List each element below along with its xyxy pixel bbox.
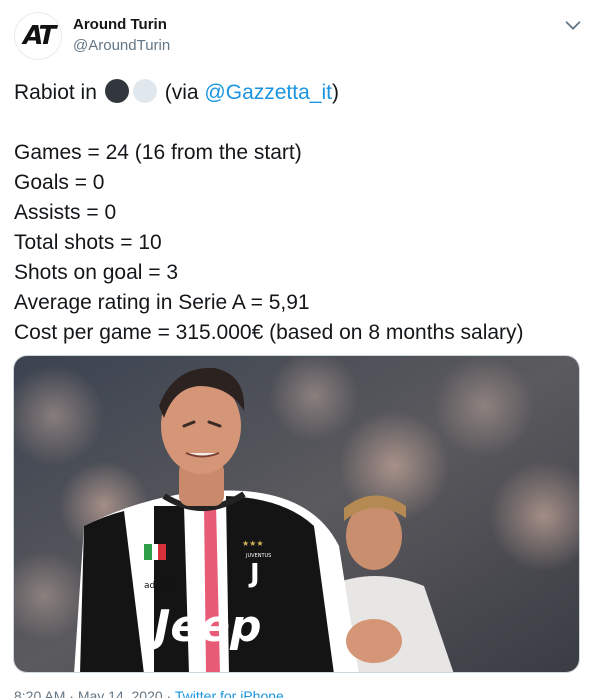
stat-line: Assists = 0: [14, 201, 117, 224]
avatar[interactable]: AT: [14, 12, 62, 60]
mention-link[interactable]: @Gazzetta_it: [204, 81, 332, 104]
author-handle[interactable]: @AroundTurin: [73, 37, 170, 54]
svg-text:J: J: [248, 559, 260, 589]
via-close: ): [331, 81, 339, 104]
svg-text:★★★: ★★★: [242, 539, 264, 548]
tweet-date[interactable]: May 14, 2020: [78, 688, 163, 698]
white-circle-icon: [132, 79, 157, 103]
jersey-brand: adidas: [144, 581, 174, 591]
stat-line: Shots on goal = 3: [14, 261, 179, 284]
chevron-down-icon[interactable]: [562, 14, 584, 36]
black-circle-icon: [104, 79, 129, 103]
tweet-meta: 8:20 AM · May 14, 2020 · Twitter for iPh…: [14, 688, 284, 698]
avatar-logo: AT: [19, 21, 57, 51]
meta-separator: ·: [162, 688, 175, 698]
tweet-card: AT Around Turin @AroundTurin Rabiot in (…: [0, 0, 606, 698]
tweet-text: Rabiot in (via @Gazzetta_it) Games = 24 …: [14, 78, 594, 348]
stat-line: Cost per game = 315.000€ (based on 8 mon…: [14, 321, 524, 344]
stat-line: Games = 24 (16 from the start): [14, 141, 302, 164]
tweet-photo[interactable]: ★★★ JUVENTUS J adidas Jeep: [13, 355, 580, 673]
via-open: (via: [164, 81, 205, 104]
intro-prefix: Rabiot in: [14, 81, 97, 104]
player-photo: ★★★ JUVENTUS J adidas Jeep: [14, 356, 579, 672]
stat-line: Goals = 0: [14, 171, 105, 194]
jersey-sponsor: Jeep: [146, 601, 262, 652]
author-display-name[interactable]: Around Turin: [73, 16, 167, 33]
tweet-source[interactable]: Twitter for iPhone: [175, 688, 284, 698]
stat-line: Average rating in Serie A = 5,91: [14, 291, 310, 314]
tweet-time[interactable]: 8:20 AM: [14, 688, 65, 698]
tweet-intro-line: Rabiot in (via @Gazzetta_it): [14, 78, 594, 108]
meta-separator: ·: [65, 688, 78, 698]
stat-line: Total shots = 10: [14, 231, 162, 254]
